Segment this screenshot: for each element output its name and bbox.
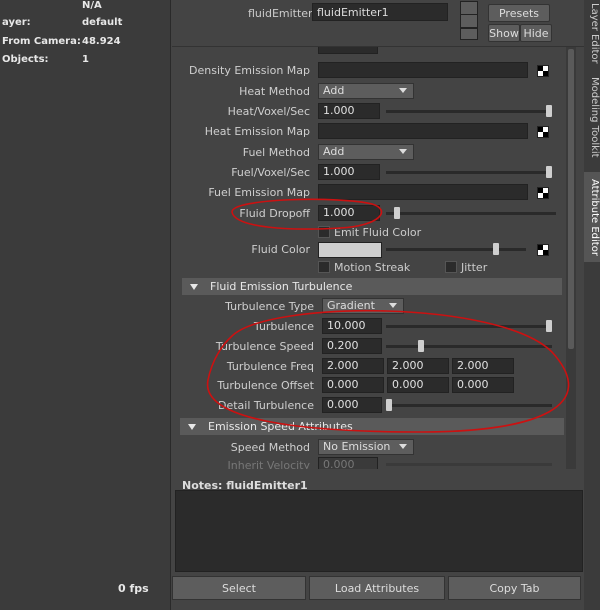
annotation-circle-turbulence [206,309,570,433]
annotation-overlay [206,198,570,433]
annotation-circle-dropoff [231,198,383,230]
